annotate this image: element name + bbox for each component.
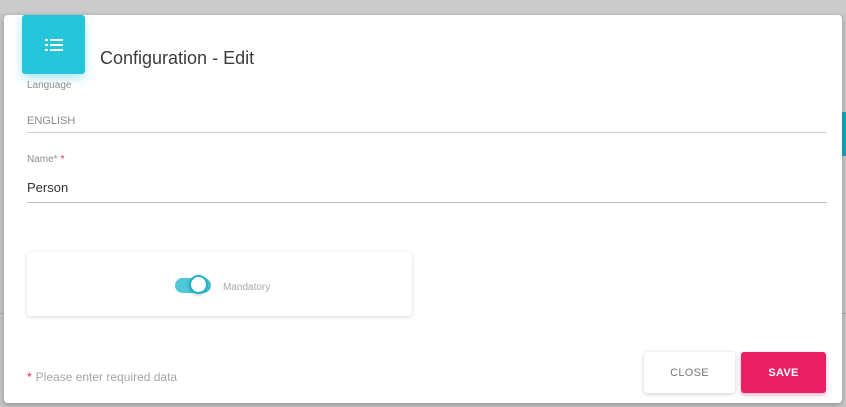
name-underline <box>27 202 827 203</box>
name-input[interactable]: Person <box>27 180 827 195</box>
language-label: Language <box>27 80 72 91</box>
save-button[interactable]: SAVE <box>741 352 826 393</box>
language-value: ENGLISH <box>27 115 76 127</box>
close-button[interactable]: CLOSE <box>644 352 735 393</box>
edit-dialog: Configuration - Edit Language ENGLISH Na… <box>4 15 842 403</box>
dialog-title: Configuration - Edit <box>100 48 255 68</box>
mandatory-toggle[interactable] <box>175 275 211 294</box>
mandatory-card: Mandatory <box>27 252 412 316</box>
mandatory-label: Mandatory <box>223 282 271 293</box>
name-field[interactable]: Name* * Person <box>27 154 827 203</box>
background-top-bar <box>0 0 846 14</box>
required-marker: * <box>60 154 65 165</box>
list-icon <box>44 38 63 51</box>
toggle-knob[interactable] <box>189 275 208 294</box>
name-label: Name* * <box>27 154 827 165</box>
background-accent-strip <box>842 112 846 156</box>
language-underline <box>27 132 827 133</box>
required-hint: * Please enter required data <box>27 370 177 384</box>
name-label-text: Name* <box>27 154 58 165</box>
language-field: Language ENGLISH <box>27 80 827 133</box>
hint-text: Please enter required data <box>35 370 178 384</box>
hint-required-marker: * <box>27 370 32 384</box>
dialog-header-badge <box>22 15 85 74</box>
